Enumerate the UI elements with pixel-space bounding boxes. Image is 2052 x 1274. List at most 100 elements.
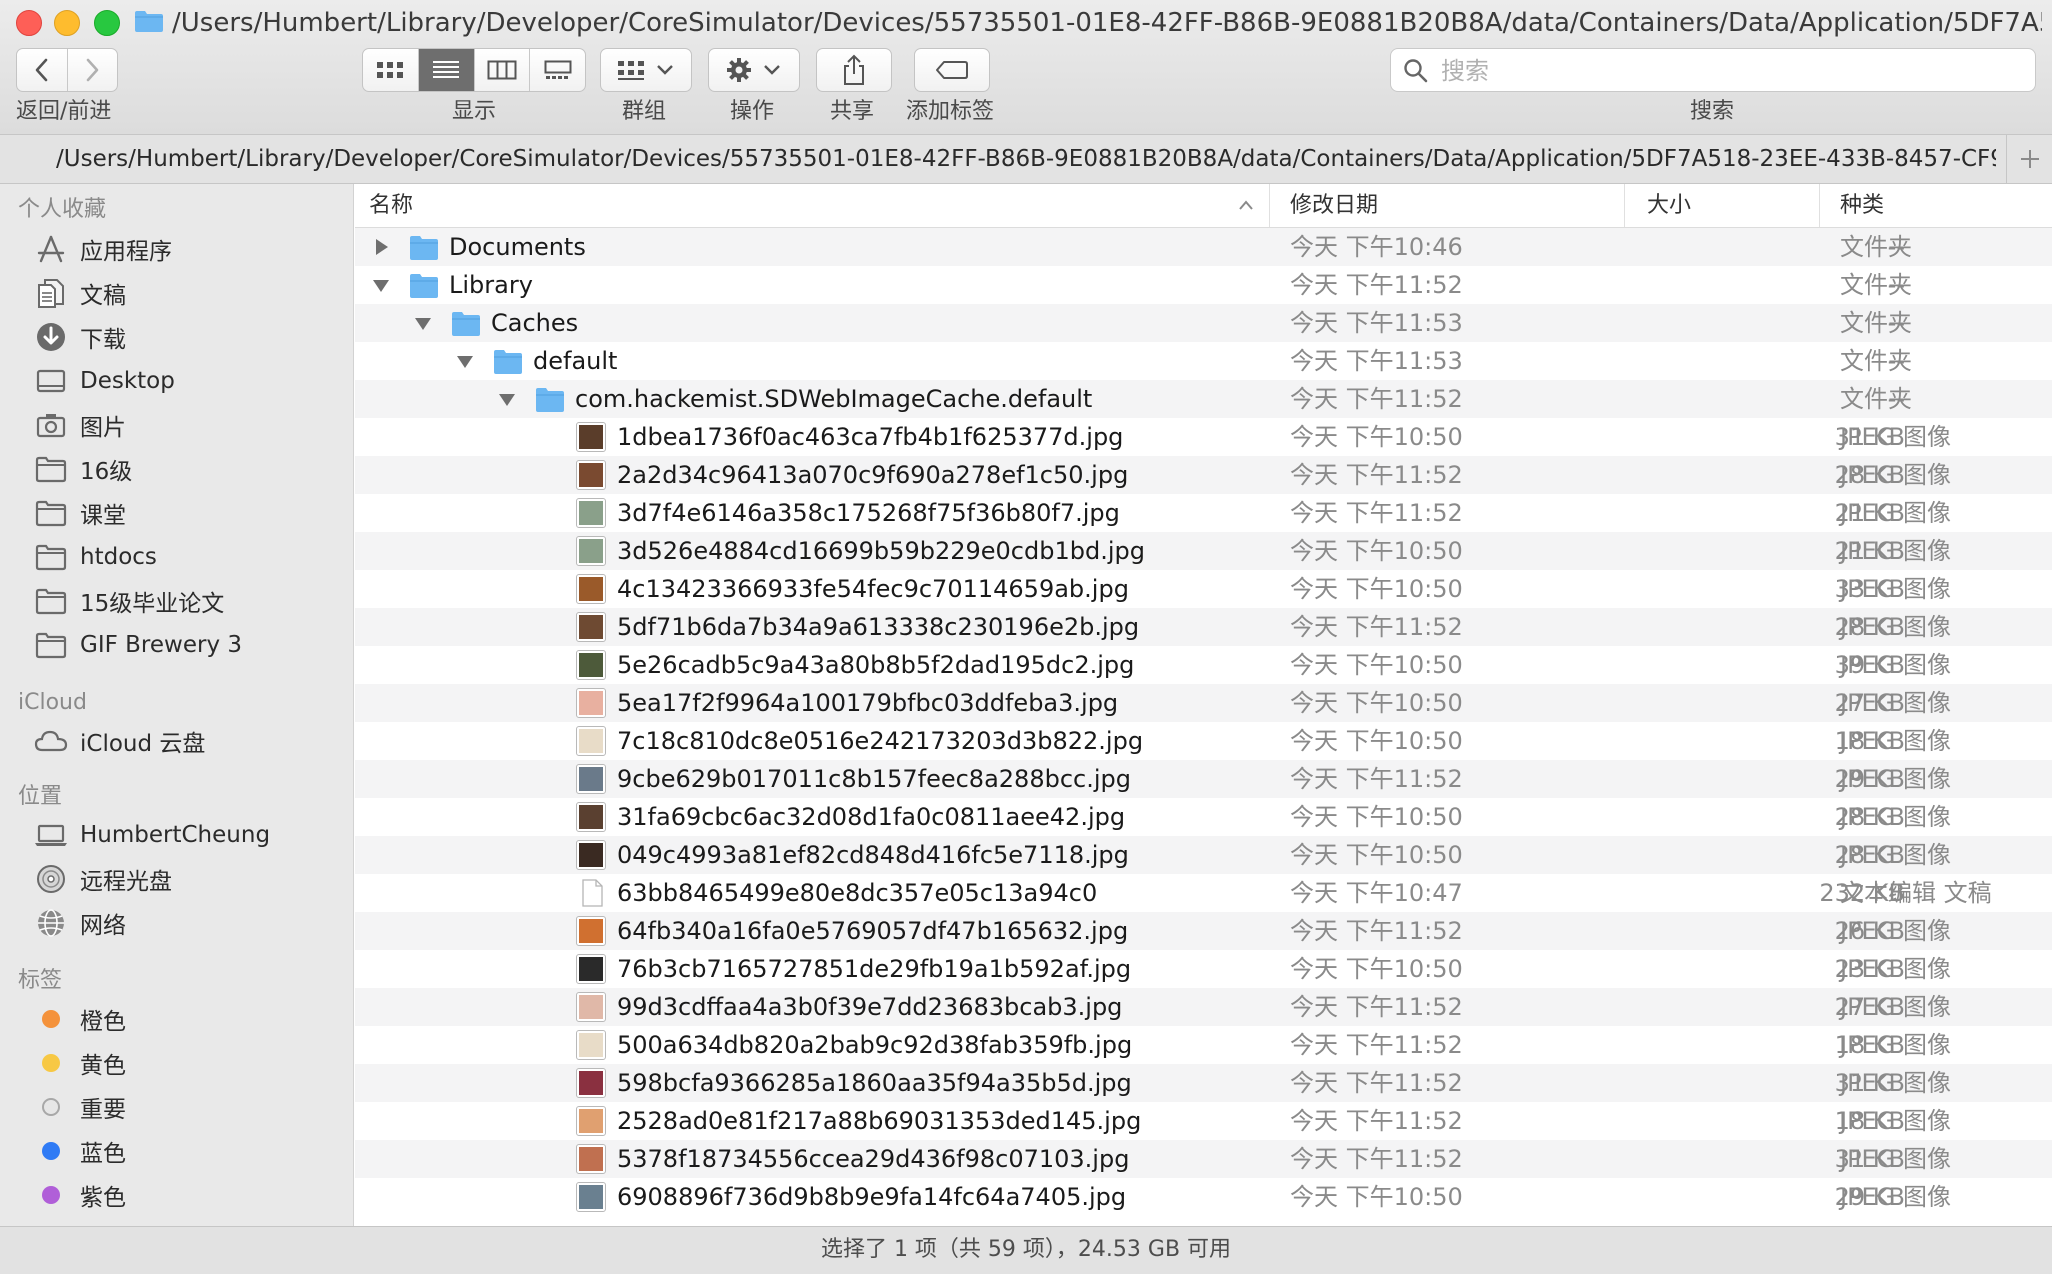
folder-row[interactable]: Library 今天 下午11:52 -- 文件夹: [355, 266, 2052, 304]
sidebar-item-label: 课堂: [80, 503, 126, 529]
forward-button[interactable]: [68, 49, 118, 91]
jpeg-thumbnail-icon: [576, 992, 606, 1022]
share-label: 共享: [830, 99, 875, 124]
tag-dot-container: [34, 1002, 68, 1036]
zoom-window-button[interactable]: [94, 10, 120, 36]
search-input[interactable]: [1439, 53, 2023, 89]
search-field[interactable]: [1390, 48, 2036, 92]
status-text: 选择了 1 项（共 59 项），24.53 GB 可用: [820, 1237, 1232, 1262]
sidebar-item-htdocs[interactable]: htdocs: [34, 537, 344, 577]
sidebar-item-downloads[interactable]: 下载: [34, 317, 344, 357]
sidebar-item-gif-brewery[interactable]: GIF Brewery 3: [34, 625, 344, 665]
file-row[interactable]: 2a2d34c96413a070c9f690a278ef1c50.jpg 今天 下…: [355, 456, 2052, 494]
file-row[interactable]: 5df71b6da7b34a9a613338c230196e2b.jpg 今天 下…: [355, 608, 2052, 646]
documents-icon: [34, 276, 68, 310]
gray-tag-icon: [42, 1098, 60, 1116]
sidebar-item-computer[interactable]: HumbertCheung: [34, 815, 344, 855]
tag-dot-container: [34, 1090, 68, 1124]
column-header-name[interactable]: 名称: [355, 184, 1270, 227]
tag-dot-container: [34, 1178, 68, 1212]
file-row[interactable]: 64fb340a16fa0e5769057df47b165632.jpg 今天 下…: [355, 912, 2052, 950]
sidebar-item-classroom[interactable]: 课堂: [34, 493, 344, 533]
jpeg-thumbnail-icon: [576, 688, 606, 718]
back-button[interactable]: [17, 49, 68, 91]
sidebar-tag-important[interactable]: 重要: [34, 1087, 344, 1127]
file-name: 64fb340a16fa0e5769057df47b165632.jpg: [617, 917, 1129, 945]
search-icon: [1404, 59, 1428, 83]
list-view-button[interactable]: [418, 49, 475, 91]
folder-row[interactable]: Documents 今天 下午10:46 -- 文件夹: [355, 228, 2052, 266]
file-row[interactable]: 7c18c810dc8e0516e242173203d3b822.jpg 今天 下…: [355, 722, 2052, 760]
blue-tag-icon: [42, 1142, 60, 1160]
disclosure-triangle-icon[interactable]: [497, 389, 517, 409]
tag-dot-container: [34, 1046, 68, 1080]
file-row[interactable]: 5ea17f2f9964a100179bfbc03ddfeba3.jpg 今天 下…: [355, 684, 2052, 722]
jpeg-thumbnail-icon: [576, 612, 606, 642]
file-row[interactable]: 3d7f4e6146a358c175268f75f36b80f7.jpg 今天 下…: [355, 494, 2052, 532]
file-row[interactable]: 049c4993a81ef82cd848d416fc5e7118.jpg 今天 下…: [355, 836, 2052, 874]
add-tags-button[interactable]: [914, 48, 990, 92]
file-row[interactable]: 500a634db820a2bab9c92d38fab359fb.jpg 今天 下…: [355, 1026, 2052, 1064]
column-header-size[interactable]: 大小: [1625, 184, 1820, 227]
sidebar-item-desktop[interactable]: Desktop: [34, 361, 344, 401]
sidebar-item-documents[interactable]: 文稿: [34, 273, 344, 313]
sidebar-tag-purple[interactable]: 紫色: [34, 1175, 344, 1215]
file-row[interactable]: 76b3cb7165727851de29fb19a1b592af.jpg 今天 下…: [355, 950, 2052, 988]
chevron-down-icon: [764, 65, 780, 75]
plus-icon: [2021, 150, 2039, 168]
folder-icon: [34, 452, 68, 486]
file-row[interactable]: 598bcfa9366285a1860aa35f94a35b5d.jpg 今天 下…: [355, 1064, 2052, 1102]
sidebar-item-icloud-drive[interactable]: iCloud 云盘: [34, 721, 344, 761]
sidebar-item-network[interactable]: 网络: [34, 903, 344, 943]
action-label: 操作: [730, 99, 775, 124]
column-header-date[interactable]: 修改日期: [1270, 184, 1625, 227]
document-icon: [582, 879, 603, 907]
sidebar-item-folder-16[interactable]: 16级: [34, 449, 344, 489]
gallery-view-button[interactable]: [530, 49, 585, 91]
folder-row[interactable]: Caches 今天 下午11:53 -- 文件夹: [355, 304, 2052, 342]
disclosure-triangle-icon[interactable]: [371, 237, 391, 257]
sidebar-item-remote-disc[interactable]: 远程光盘: [34, 859, 344, 899]
new-tab-button[interactable]: [2006, 135, 2052, 183]
disclosure-triangle-icon[interactable]: [371, 275, 391, 295]
file-row[interactable]: 1dbea1736f0ac463ca7fb4b1f625377d.jpg 今天 下…: [355, 418, 2052, 456]
column-header-kind[interactable]: 种类: [1820, 184, 2052, 227]
sidebar-item-thesis[interactable]: 15级毕业论文: [34, 581, 344, 621]
sidebar-tag-orange[interactable]: 橙色: [34, 999, 344, 1039]
folder-row[interactable]: com.hackemist.SDWebImageCache.default 今天 …: [355, 380, 2052, 418]
icon-view-button[interactable]: [363, 49, 419, 91]
column-view-button[interactable]: [475, 49, 531, 91]
file-row[interactable]: 99d3cdffaa4a3b0f39e7dd23683bcab3.jpg 今天 下…: [355, 988, 2052, 1026]
sidebar-tag-yellow[interactable]: 黄色: [34, 1043, 344, 1083]
sidebar-item-label: 网络: [80, 913, 126, 939]
file-row[interactable]: 5e26cadb5c9a43a80b8b5f2dad195dc2.jpg 今天 下…: [355, 646, 2052, 684]
file-kind: JPEG 图像: [1840, 613, 1951, 641]
file-row[interactable]: 63bb8465499e80e8dc357e05c13a94c0 今天 下午10:…: [355, 874, 2052, 912]
file-row[interactable]: 4c13423366933fe54fec9c70114659ab.jpg 今天 下…: [355, 570, 2052, 608]
sidebar-item-label: 下载: [80, 327, 126, 353]
path-tab[interactable]: /Users/Humbert/Library/Developer/CoreSim…: [56, 135, 1996, 183]
sidebar-item-pictures[interactable]: 图片: [34, 405, 344, 445]
file-row[interactable]: 3d526e4884cd16699b59b229e0cdb1bd.jpg 今天 下…: [355, 532, 2052, 570]
sidebar-tag-blue[interactable]: 蓝色: [34, 1131, 344, 1171]
jpeg-thumbnail-icon: [576, 726, 606, 756]
share-button[interactable]: [816, 48, 892, 92]
disclosure-triangle-icon[interactable]: [413, 313, 433, 333]
file-row[interactable]: 9cbe629b017011c8b157feec8a288bcc.jpg 今天 下…: [355, 760, 2052, 798]
disclosure-triangle-icon[interactable]: [455, 351, 475, 371]
jpeg-thumbnail-icon: [576, 460, 606, 490]
file-row[interactable]: 31fa69cbc6ac32d08d1fa0c0811aee42.jpg 今天 下…: [355, 798, 2052, 836]
sidebar-item-applications[interactable]: 应用程序: [34, 229, 344, 269]
file-row[interactable]: 5378f18734556ccea29d436f98c07103.jpg 今天 下…: [355, 1140, 2052, 1178]
sidebar-item-label: 橙色: [80, 1009, 126, 1035]
action-button[interactable]: [708, 48, 800, 92]
file-row[interactable]: 2528ad0e81f217a88b69031353ded145.jpg 今天 下…: [355, 1102, 2052, 1140]
path-bar: /Users/Humbert/Library/Developer/CoreSim…: [0, 134, 2052, 184]
sidebar-item-label: 蓝色: [80, 1141, 126, 1167]
minimize-window-button[interactable]: [54, 10, 80, 36]
folder-row[interactable]: default 今天 下午11:53 -- 文件夹: [355, 342, 2052, 380]
file-row[interactable]: 6908896f736d9b8b9e9fa14fc64a7405.jpg 今天 下…: [355, 1178, 2052, 1216]
sidebar-item-label: 紫色: [80, 1185, 126, 1211]
close-window-button[interactable]: [16, 10, 42, 36]
group-button[interactable]: [600, 48, 692, 92]
